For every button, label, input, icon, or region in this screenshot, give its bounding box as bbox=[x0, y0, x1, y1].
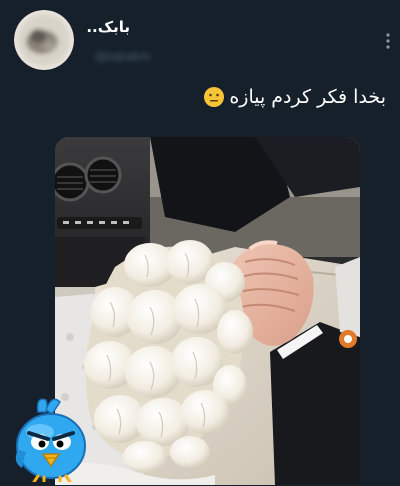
tweet-card: بابک.. @babakm بخدا فکر کردم پیازه bbox=[0, 0, 400, 485]
display-name[interactable]: بابک.. bbox=[86, 18, 130, 36]
tweet-text-content: بخدا فکر کردم پیازه bbox=[229, 86, 386, 108]
neutral-face-emoji-icon bbox=[203, 86, 225, 108]
user-handle[interactable]: @babakm bbox=[95, 50, 185, 62]
avatar[interactable] bbox=[14, 10, 74, 70]
angry-bird-sticker-icon bbox=[10, 392, 92, 484]
tweet-media-image[interactable] bbox=[55, 137, 360, 485]
tweet-text: بخدا فکر کردم پیازه bbox=[203, 86, 386, 108]
avatar-image bbox=[14, 10, 74, 70]
bouquet-photo bbox=[55, 137, 360, 485]
more-vertical-icon[interactable] bbox=[384, 32, 392, 50]
